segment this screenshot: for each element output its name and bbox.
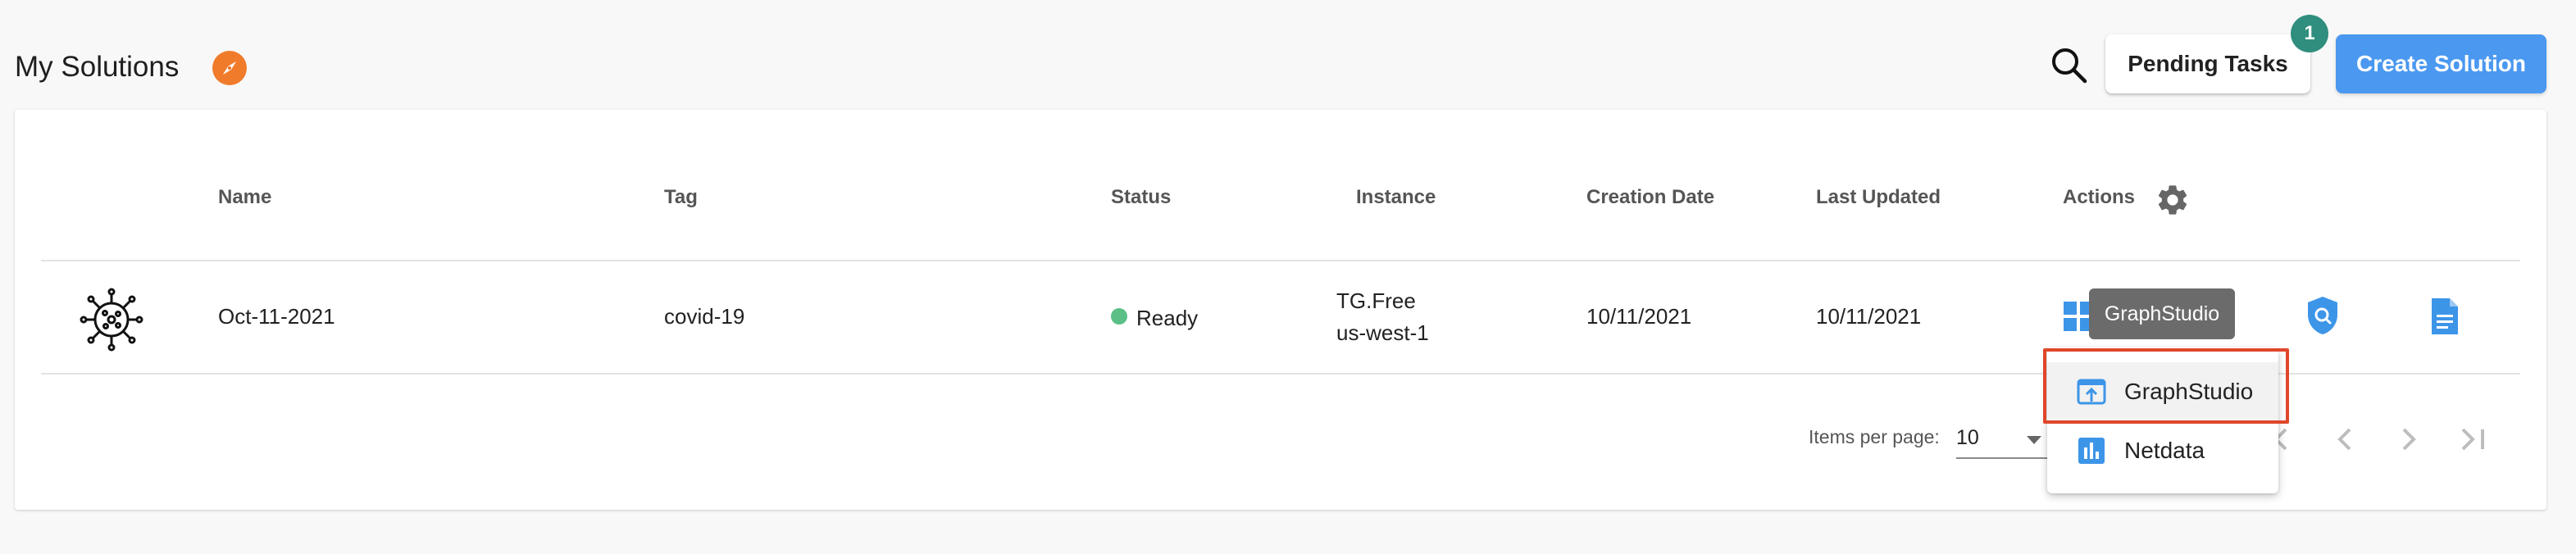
column-header-last-updated[interactable]: Last Updated <box>1816 185 1941 210</box>
chevron-down-icon <box>2027 436 2041 444</box>
last-updated-date: 10/11/2021 <box>1816 304 1922 329</box>
creation-date: 10/11/2021 <box>1586 304 1692 329</box>
upload-window-icon <box>2077 377 2106 406</box>
column-header-instance[interactable]: Instance <box>1356 185 1436 210</box>
column-header-name[interactable]: Name <box>218 185 271 210</box>
column-header-status[interactable]: Status <box>1111 185 1171 210</box>
instance-type: TG.Free <box>1336 288 1416 313</box>
search-icon[interactable] <box>2048 44 2089 85</box>
previous-page-button[interactable] <box>2327 421 2363 457</box>
solution-tag: covid-19 <box>664 304 745 329</box>
column-header-tag[interactable]: Tag <box>664 185 698 210</box>
gear-icon[interactable] <box>2155 182 2191 218</box>
document-icon[interactable] <box>2430 297 2460 336</box>
instance-region: us-west-1 <box>1336 320 1429 345</box>
compass-icon[interactable] <box>212 51 247 85</box>
header-divider <box>41 260 2520 261</box>
menu-item-netdata[interactable]: Netdata <box>2047 421 2278 480</box>
items-per-page-label: Items per page: <box>1809 426 1940 447</box>
page-title: My Solutions <box>15 51 180 83</box>
items-per-page-value: 10 <box>1956 426 1979 449</box>
create-solution-button[interactable]: Create Solution <box>2336 34 2546 93</box>
menu-item-graphstudio[interactable]: GraphStudio <box>2047 362 2278 421</box>
solution-status: Ready <box>1136 306 1199 330</box>
menu-item-label: Netdata <box>2124 438 2205 463</box>
column-header-actions: Actions <box>2063 186 2136 208</box>
bar-chart-icon <box>2077 436 2106 465</box>
status-ready-indicator <box>1111 308 1127 325</box>
virus-icon <box>79 287 144 352</box>
column-header-creation-date[interactable]: Creation Date <box>1586 185 1714 210</box>
tooltip: GraphStudio <box>2089 288 2235 339</box>
pending-tasks-button[interactable]: Pending Tasks <box>2105 34 2310 93</box>
menu-item-label: GraphStudio <box>2124 379 2254 404</box>
last-page-button[interactable] <box>2455 421 2491 457</box>
solution-name[interactable]: Oct-11-2021 <box>218 303 335 329</box>
shield-search-icon[interactable] <box>2305 295 2341 336</box>
applications-menu: GraphStudio Netdata <box>2047 347 2278 493</box>
next-page-button[interactable] <box>2391 421 2427 457</box>
pending-count-badge: 1 <box>2291 15 2328 52</box>
